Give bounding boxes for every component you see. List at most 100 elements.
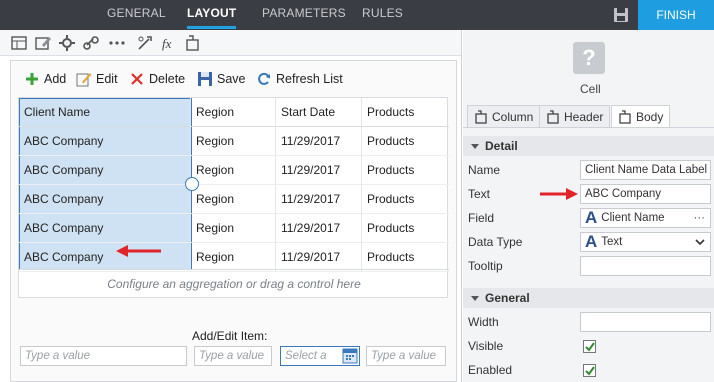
name-field[interactable]: Client Name Data Label [580,160,711,180]
save-icon[interactable] [612,6,630,24]
pencil-icon [76,73,92,87]
tab-rules[interactable]: RULES [362,6,403,20]
cell-products[interactable]: Products [362,214,449,243]
refresh-list-button[interactable]: Refresh List [256,71,343,87]
tooltip-label: Tooltip [468,259,503,273]
ellipsis-button[interactable]: ··· [694,209,706,227]
table-header-row: Client Name Region Start Date Products [19,98,449,127]
add-button[interactable]: Add [24,71,66,87]
add-start-date-picker[interactable]: Select a [280,346,360,366]
cell-region[interactable]: Region [191,127,276,156]
add-region-input[interactable]: Type a value [194,346,272,366]
table-layout-icon[interactable] [10,34,28,52]
plus-icon [26,73,38,85]
text-field[interactable]: ABC Company [580,184,711,204]
save-button[interactable]: Save [197,71,246,87]
tooltip-field[interactable] [580,256,711,276]
table-row: ABC Company Region 11/29/2017 Products [19,243,449,272]
checkmark-icon [585,342,595,352]
chevron-down-icon [695,239,705,246]
width-field[interactable] [580,312,711,332]
cell-start-date[interactable]: 11/29/2017 [276,127,362,156]
header-region[interactable]: Region [191,98,276,127]
pointer-hand-icon[interactable] [184,34,202,52]
table-row: ABC Company Region 11/29/2017 Products [19,127,449,156]
finish-button[interactable]: FINISH [638,0,714,30]
cell-start-date[interactable]: 11/29/2017 [276,243,362,272]
aggregation-drop-zone[interactable]: Configure an aggregation or drag a contr… [19,269,449,297]
name-label: Name [468,163,501,177]
calendar-icon[interactable] [342,348,358,364]
transform-icon[interactable] [136,34,154,52]
detail-section-header[interactable]: Detail [463,136,714,156]
link-icon[interactable] [82,34,100,52]
annotation-arrow-icon [540,188,578,200]
edit-button[interactable]: Edit [76,71,118,87]
visible-label: Visible [468,339,504,353]
text-type-icon: A [585,232,598,251]
annotation-arrow-icon [116,245,161,257]
cell-products[interactable]: Products [362,243,449,272]
settings-gear-icon[interactable] [58,34,76,52]
floppy-disk-icon [198,72,212,86]
general-section-header[interactable]: General [463,288,714,308]
cell-region[interactable]: Region [191,185,276,214]
collapse-caret-icon [471,144,479,150]
add-client-name-input[interactable]: Type a value [20,346,187,366]
tab-column[interactable]: Column [467,105,541,128]
date-placeholder: Select a [285,350,327,362]
pin-icon [619,109,631,124]
data-type-label: Data Type [468,235,523,249]
expression-fx-icon[interactable]: fx [160,34,178,52]
cell-start-date[interactable]: 11/29/2017 [276,185,362,214]
add-edit-item-label: Add/Edit Item: [192,329,268,343]
delete-button[interactable]: Delete [129,71,185,87]
question-cell-icon: ? [573,42,605,74]
cell-client-name[interactable]: ABC Company [19,156,191,185]
header-start-date[interactable]: Start Date [276,98,362,127]
cell-products[interactable]: Products [362,127,449,156]
control-type-label: Cell [580,82,601,96]
cell-region[interactable]: Region [191,214,276,243]
cell-client-name[interactable]: ABC Company [19,214,191,243]
properties-panel: ? Cell Column Header Body Detail Name Cl… [463,30,714,382]
text-label: Text [468,187,491,201]
cell-client-name[interactable]: ABC Company [19,185,191,214]
cell-client-name[interactable]: ABC Company [19,243,191,272]
svg-text:fx: fx [162,36,172,51]
tab-parameters[interactable]: PARAMETERS [262,6,346,20]
tab-header[interactable]: Header [539,105,611,128]
cell-start-date[interactable]: 11/29/2017 [276,214,362,243]
refresh-icon [258,72,270,85]
header-client-name[interactable]: Client Name [19,98,191,127]
cell-region[interactable]: Region [191,243,276,272]
field-label: Field [468,211,495,225]
table-row: ABC Company Region 11/29/2017 Products [19,156,449,185]
edit-form-icon[interactable] [34,34,52,52]
close-icon [131,73,143,85]
cell-client-name[interactable]: ABC Company [19,127,191,156]
tab-body[interactable]: Body [611,105,671,128]
top-nav-bar: GENERAL LAYOUT PARAMETERS RULES FINISH [0,0,714,30]
data-type-dropdown[interactable]: A Text [580,232,711,252]
add-products-input[interactable]: Type a value [366,346,446,366]
tab-layout[interactable]: LAYOUT [187,6,237,29]
header-products[interactable]: Products [362,98,449,127]
checkmark-icon [585,366,595,376]
cell-region[interactable]: Region [191,156,276,185]
text-type-icon: A [585,208,598,227]
cell-start-date[interactable]: 11/29/2017 [276,156,362,185]
cell-products[interactable]: Products [362,185,449,214]
cell-products[interactable]: Products [362,156,449,185]
enabled-label: Enabled [468,363,513,377]
enabled-checkbox[interactable] [583,364,596,377]
column-resize-handle[interactable] [185,177,199,191]
field-selector[interactable]: A Client Name ··· [580,208,711,228]
tab-general[interactable]: GENERAL [107,6,166,20]
tab-divider [463,127,714,128]
visible-checkbox[interactable] [583,340,596,353]
more-icon[interactable] [108,34,126,52]
pin-icon [547,109,559,124]
layout-toolbar: fx [0,30,461,56]
table-row: ABC Company Region 11/29/2017 Products [19,185,449,214]
